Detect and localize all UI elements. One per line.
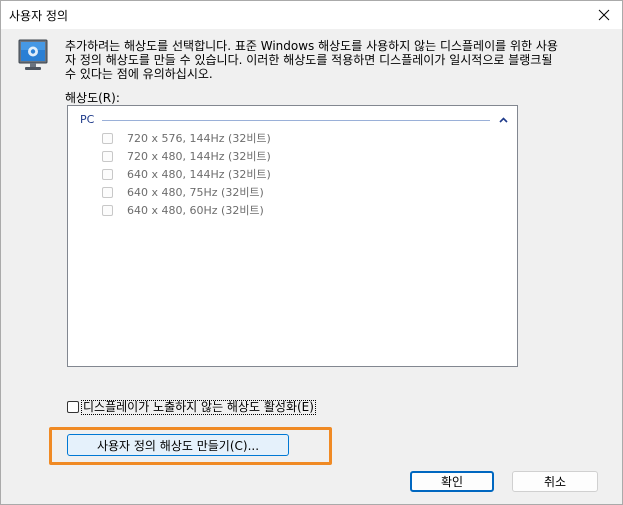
group-divider (102, 120, 490, 121)
dialog-description: 추가하려는 해상도를 선택합니다. 표준 Windows 해상도를 사용하지 않… (65, 39, 593, 81)
group-name: PC (80, 113, 95, 126)
resolution-list[interactable]: PC 720 x 576, 144Hz (32비트) 720 x 480, 14… (67, 105, 518, 367)
list-item[interactable]: 720 x 576, 144Hz (32비트) (102, 130, 271, 146)
description-line: 수 있다는 점에 유의하십시오. (65, 67, 213, 81)
group-header-pc[interactable]: PC (80, 113, 510, 127)
resolution-checkbox[interactable] (102, 186, 113, 198)
resolution-item-label: 640 x 480, 60Hz (32비트) (127, 204, 264, 217)
resolution-checkbox[interactable] (102, 150, 113, 162)
window-title: 사용자 정의 (9, 9, 69, 23)
resolution-item-label: 640 x 480, 144Hz (32비트) (127, 168, 271, 181)
resolution-label: 해상도(R): (65, 91, 120, 105)
list-item[interactable]: 640 x 480, 75Hz (32비트) (102, 184, 264, 200)
description-line: 추가하려는 해상도를 선택합니다. 표준 Windows 해상도를 사용하지 않… (65, 39, 558, 53)
description-line: 자 정의 해상도를 만들 수 있습니다. 이러한 해상도를 적용하면 디스플레이… (65, 53, 553, 67)
resolution-item-label: 720 x 576, 144Hz (32비트) (127, 132, 271, 145)
resolution-checkbox[interactable] (102, 132, 113, 144)
create-custom-resolution-button[interactable]: 사용자 정의 해상도 만들기(C)... (67, 434, 289, 456)
enable-checkbox[interactable] (67, 401, 79, 413)
resolution-checkbox[interactable] (102, 168, 113, 180)
title-bar: 사용자 정의 (1, 1, 622, 29)
resolution-checkbox[interactable] (102, 204, 113, 216)
monitor-icon (18, 39, 48, 70)
ok-button[interactable]: 확인 (410, 471, 494, 492)
enable-unexposed-resolutions[interactable]: 디스플레이가 노출하지 않는 해상도 활성화(E) (67, 399, 316, 415)
custom-resolution-dialog: 사용자 정의 추가하려는 해상도를 선택합니다. 표준 Windows 해상도를… (0, 0, 623, 505)
resolution-item-label: 720 x 480, 144Hz (32비트) (127, 150, 271, 163)
close-icon (598, 9, 610, 21)
resolution-item-label: 640 x 480, 75Hz (32비트) (127, 186, 264, 199)
chevron-up-icon[interactable] (496, 113, 510, 127)
list-item[interactable]: 720 x 480, 144Hz (32비트) (102, 148, 271, 164)
close-button[interactable] (590, 3, 618, 27)
enable-checkbox-label[interactable]: 디스플레이가 노출하지 않는 해상도 활성화(E) (81, 399, 316, 415)
list-item[interactable]: 640 x 480, 144Hz (32비트) (102, 166, 271, 182)
cancel-button[interactable]: 취소 (512, 471, 598, 492)
list-item[interactable]: 640 x 480, 60Hz (32비트) (102, 202, 264, 218)
